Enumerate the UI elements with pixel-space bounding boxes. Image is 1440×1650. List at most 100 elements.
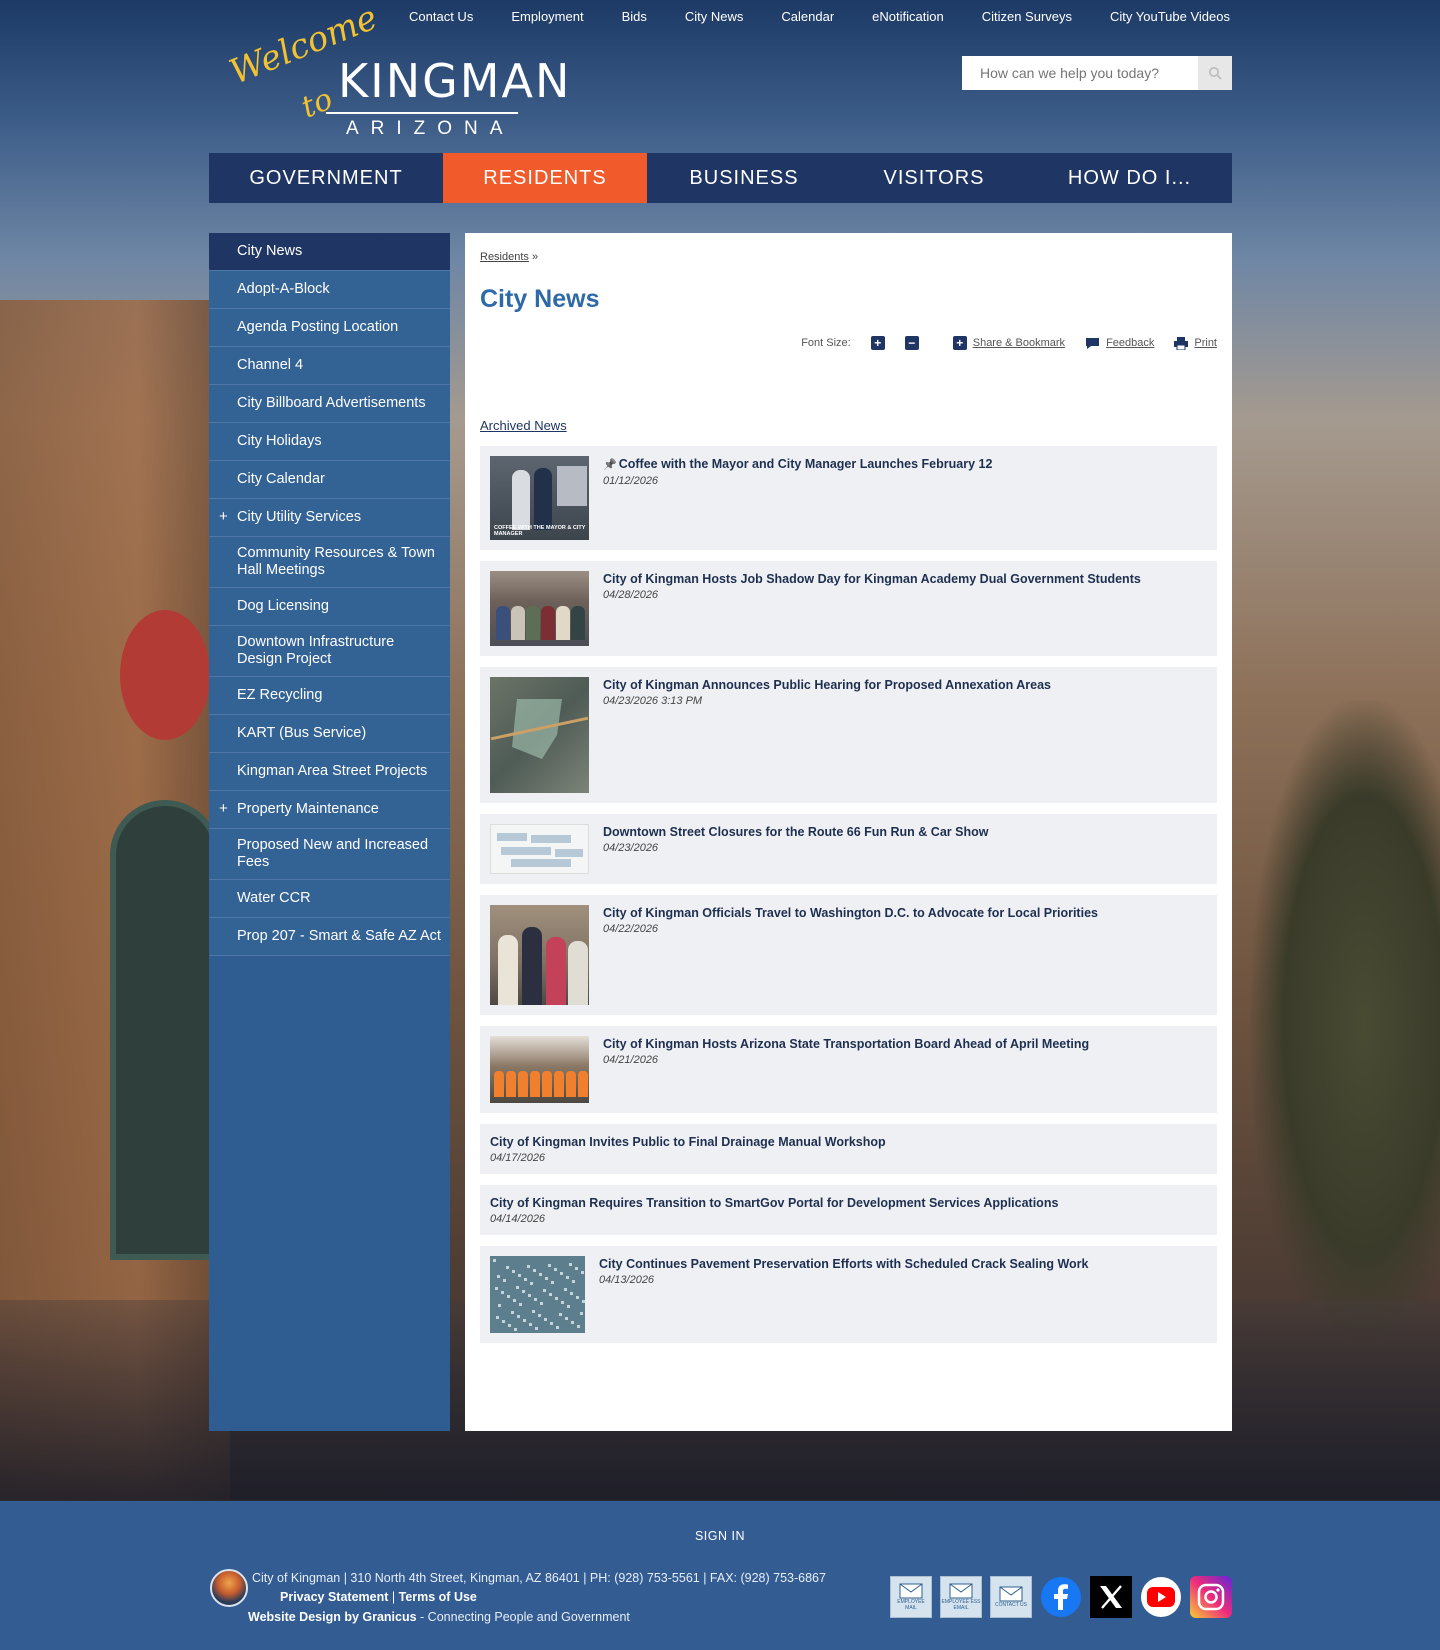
sign-in-link[interactable]: SIGN IN [0,1529,1440,1543]
utility-link-contact-us[interactable]: Contact Us [409,9,473,24]
news-item: City of Kingman Requires Transition to S… [480,1185,1217,1235]
instagram-icon[interactable] [1190,1576,1232,1618]
news-item: City of Kingman Announces Public Hearing… [480,667,1217,803]
feedback-icon [1086,337,1100,349]
sidebar-item-city-billboard-advertisements[interactable]: City Billboard Advertisements [209,385,450,423]
main-nav-business[interactable]: BUSINESS [647,153,841,203]
news-title-link[interactable]: City of Kingman Invites Public to Final … [490,1134,1207,1150]
news-title-link[interactable]: City of Kingman Announces Public Hearing… [603,677,1207,693]
news-title-text: City of Kingman Officials Travel to Wash… [603,906,1098,920]
news-thumbnail[interactable] [490,571,589,646]
sidebar-item-label: Property Maintenance [237,801,379,817]
city-seal-icon [210,1569,248,1607]
sidebar-item-label: Dog Licensing [237,598,329,614]
news-title-link[interactable]: City of Kingman Hosts Job Shadow Day for… [603,571,1207,587]
news-title-link[interactable]: City of Kingman Hosts Arizona State Tran… [603,1036,1207,1052]
main-nav-government[interactable]: GOVERNMENT [209,153,443,203]
x-icon[interactable] [1090,1576,1132,1618]
news-thumbnail[interactable] [490,905,589,1005]
background-sign [120,610,210,740]
social-icon-label: EMPLOYEE MAIL [897,1599,925,1611]
news-thumbnail[interactable] [490,824,589,874]
main-nav-how-do-i[interactable]: HOW DO I... [1027,153,1232,203]
search-input[interactable] [962,56,1198,90]
news-item: City of Kingman Hosts Arizona State Tran… [480,1026,1217,1113]
sidebar-item-label: Agenda Posting Location [237,319,399,335]
utility-link-city-news[interactable]: City News [685,9,744,24]
main-content: Residents » City News Font Size: + − + S… [465,233,1232,1431]
sidebar-item-agenda-posting-location[interactable]: Agenda Posting Location [209,309,450,347]
share-icon: + [952,336,967,350]
site-logo[interactable]: Welcome to KINGMAN ARIZONA [224,0,569,140]
news-title-text: Downtown Street Closures for the Route 6… [603,825,989,839]
facebook-icon[interactable] [1040,1576,1082,1618]
sidebar-item-community-resources-town-hall-meetings[interactable]: Community Resources & Town Hall Meetings [209,537,450,588]
font-increase-icon[interactable]: + [870,336,885,350]
sidebar-item-dog-licensing[interactable]: Dog Licensing [209,588,450,626]
news-title-link[interactable]: City Continues Pavement Preservation Eff… [599,1256,1207,1272]
news-date: 04/23/2026 3:13 PM [603,695,703,707]
news-date: 04/22/2026 [603,923,659,935]
news-thumbnail[interactable] [490,677,589,793]
news-item: City of Kingman Invites Public to Final … [480,1124,1217,1174]
news-thumbnail[interactable]: COFFEE WITH THE MAYOR & CITY MANAGER [490,456,589,540]
terms-of-use-link[interactable]: Terms of Use [399,1590,477,1604]
employee-mail-icon[interactable]: EMPLOYEE MAIL [890,1576,932,1618]
news-item-body: City of Kingman Announces Public Hearing… [603,677,1207,793]
sidebar-item-city-calendar[interactable]: City Calendar [209,461,450,499]
expand-icon[interactable]: + [219,800,228,817]
sidebar-item-ez-recycling[interactable]: EZ Recycling [209,677,450,715]
print-link[interactable]: Print [1194,337,1217,349]
utility-link-citizen-surveys[interactable]: Citizen Surveys [982,9,1072,24]
feedback-link[interactable]: Feedback [1106,337,1154,349]
sidebar-item-water-ccr[interactable]: Water CCR [209,880,450,918]
utility-link-bids[interactable]: Bids [622,9,647,24]
sidebar-item-city-utility-services[interactable]: + City Utility Services [209,499,450,537]
news-title-link[interactable]: Downtown Street Closures for the Route 6… [603,824,1207,840]
utility-link-calendar[interactable]: Calendar [781,9,834,24]
news-item-body: City of Kingman Hosts Job Shadow Day for… [603,571,1207,646]
news-title-link[interactable]: City of Kingman Requires Transition to S… [490,1195,1207,1211]
print-icon [1174,336,1189,350]
archived-news-link[interactable]: Archived News [480,418,567,433]
sidebar-item-channel-4[interactable]: Channel 4 [209,347,450,385]
main-nav-visitors[interactable]: VISITORS [841,153,1027,203]
page-tools: Font Size: + − + Share & Bookmark Feedba… [801,336,1217,350]
utility-link-enotification[interactable]: eNotification [872,9,944,24]
sidebar-item-label: Kingman Area Street Projects [237,763,428,779]
main-nav-residents[interactable]: RESIDENTS [443,153,647,203]
site-footer: SIGN IN City of Kingman | 310 North 4th … [0,1501,1440,1650]
employee-ess-email-icon[interactable]: EMPLOYEE ESS EMAIL [940,1576,982,1618]
utility-link-employment[interactable]: Employment [511,9,583,24]
share-bookmark-link[interactable]: Share & Bookmark [973,337,1065,349]
sidebar-item-prop-207-smart-safe-az-act[interactable]: Prop 207 - Smart & Safe AZ Act [209,918,450,956]
sidebar-item-proposed-new-and-increased-fees[interactable]: Proposed New and Increased Fees [209,829,450,880]
news-title-link[interactable]: 📌 Coffee with the Mayor and City Manager … [603,456,1207,473]
sidebar-item-kart-bus-service[interactable]: KART (Bus Service) [209,715,450,753]
font-size-label: Font Size: [801,337,851,349]
privacy-statement-link[interactable]: Privacy Statement [280,1590,388,1604]
news-title-link[interactable]: City of Kingman Officials Travel to Wash… [603,905,1207,921]
granicus-link[interactable]: Website Design by Granicus [248,1610,417,1624]
news-title-text: City Continues Pavement Preservation Eff… [599,1257,1089,1271]
news-thumbnail[interactable] [490,1256,585,1333]
utility-link-city-youtube-videos[interactable]: City YouTube Videos [1110,9,1230,24]
footer-address: City of Kingman | 310 North 4th Street, … [252,1571,826,1585]
youtube-icon[interactable] [1140,1576,1182,1618]
breadcrumb-link-residents[interactable]: Residents [480,251,529,263]
news-item: Downtown Street Closures for the Route 6… [480,814,1217,884]
sidebar-item-kingman-area-street-projects[interactable]: Kingman Area Street Projects [209,753,450,791]
sidebar-item-downtown-infrastructure-design-project[interactable]: Downtown Infrastructure Design Project [209,626,450,677]
news-item: City of Kingman Hosts Job Shadow Day for… [480,561,1217,656]
font-decrease-icon[interactable]: − [904,336,919,350]
sidebar-item-city-news[interactable]: City News [209,233,450,271]
sidebar-item-city-holidays[interactable]: City Holidays [209,423,450,461]
contact-us-icon[interactable]: CONTACT US [990,1576,1032,1618]
sidebar-item-adopt-a-block[interactable]: Adopt-A-Block [209,271,450,309]
news-thumbnail[interactable] [490,1036,589,1103]
sidebar-item-label: Downtown Infrastructure Design Project [237,634,395,667]
expand-icon[interactable]: + [219,508,228,525]
search-button[interactable] [1198,56,1232,90]
sidebar-item-property-maintenance[interactable]: + Property Maintenance [209,791,450,829]
footer-link-separator: | [391,1590,396,1604]
